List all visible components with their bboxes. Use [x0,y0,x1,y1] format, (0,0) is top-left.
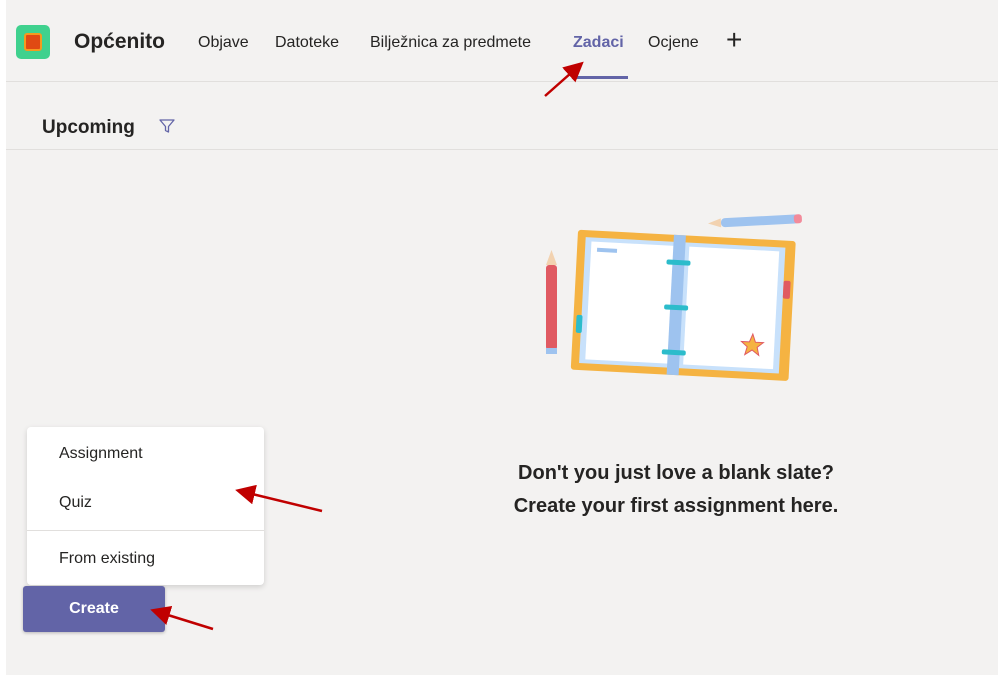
filter-bar: Upcoming [6,100,998,150]
tab-zadaci[interactable]: Zadaci [573,34,624,52]
team-logo-icon [16,25,50,59]
tab-biljeznica[interactable]: Bilježnica za predmete [370,34,531,52]
active-tab-indicator [572,76,628,79]
empty-state-title: Don't you just love a blank slate? [518,462,834,484]
tab-ocjene[interactable]: Ocjene [648,34,699,52]
notebook-illustration [546,214,802,381]
tab-datoteke[interactable]: Datoteke [275,34,339,52]
filter-icon[interactable] [158,117,176,135]
menu-item-quiz[interactable]: Quiz [59,494,92,512]
menu-item-from-existing[interactable]: From existing [59,550,155,568]
menu-divider [27,530,264,531]
tab-objave[interactable]: Objave [198,34,249,52]
empty-state-subtitle: Create your first assignment here. [513,495,839,517]
app-frame: Općenito Objave Datoteke Bilježnica za p… [6,0,998,675]
create-button[interactable]: Create [23,586,165,632]
plus-icon[interactable]: + [726,26,742,54]
create-menu: Assignment Quiz From existing [27,427,264,585]
menu-item-assignment[interactable]: Assignment [59,445,143,463]
filter-label: Upcoming [42,117,135,138]
channel-header: Općenito Objave Datoteke Bilježnica za p… [6,0,998,82]
channel-name: Općenito [74,30,166,53]
